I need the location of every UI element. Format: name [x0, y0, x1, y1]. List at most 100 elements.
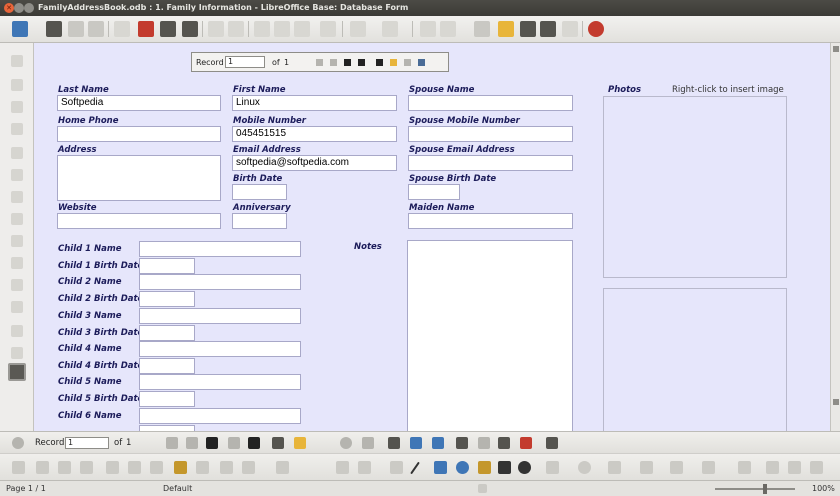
show-draw-functions-icon[interactable]	[474, 21, 490, 37]
sort-ascending-icon[interactable]	[410, 437, 422, 449]
design-mode-icon[interactable]	[11, 79, 23, 91]
cut-icon[interactable]	[254, 21, 270, 37]
mobile-number-field[interactable]: 045451515	[232, 126, 397, 142]
callout-shapes-icon[interactable]	[670, 461, 683, 474]
list-box-icon[interactable]	[11, 257, 23, 269]
bottom-refresh-icon[interactable]	[340, 437, 352, 449]
navigator-icon[interactable]	[498, 21, 514, 37]
block-arrows-icon[interactable]	[608, 461, 621, 474]
formatted-field-icon[interactable]	[11, 191, 23, 203]
email-address-field[interactable]: softpedia@softpedia.com	[232, 155, 397, 171]
bottom-previous-record-icon[interactable]	[186, 437, 198, 449]
paste-icon[interactable]	[294, 21, 310, 37]
text-box-icon[interactable]	[11, 169, 23, 181]
points-icon[interactable]	[738, 461, 751, 474]
website-field[interactable]	[57, 213, 221, 229]
photo-frame-1[interactable]	[603, 96, 787, 278]
photo-frame-2[interactable]	[603, 288, 787, 431]
save-icon[interactable]	[46, 21, 62, 37]
reset-filter-icon[interactable]	[520, 437, 532, 449]
send-to-back-icon[interactable]	[358, 461, 371, 474]
email-icon[interactable]	[88, 21, 104, 37]
export-icon[interactable]	[68, 21, 84, 37]
form-navigator-icon[interactable]	[11, 347, 23, 359]
push-button-icon[interactable]	[11, 213, 23, 225]
maiden-name-field[interactable]	[408, 213, 573, 229]
design-mode-toggle-icon[interactable]	[36, 461, 49, 474]
callouts-icon[interactable]	[518, 461, 531, 474]
basic-shapes-icon[interactable]	[546, 461, 559, 474]
first-name-field[interactable]: Linux	[232, 95, 397, 111]
undo-icon[interactable]	[350, 21, 366, 37]
edit-file-icon[interactable]	[114, 21, 130, 37]
vertical-scrollbar[interactable]	[830, 43, 840, 431]
copy-icon[interactable]	[274, 21, 290, 37]
text-icon[interactable]	[498, 461, 511, 474]
export-pdf-icon[interactable]	[138, 21, 154, 37]
open-design-mode-icon[interactable]	[196, 461, 209, 474]
line-icon[interactable]	[410, 461, 420, 475]
bottom-first-record-icon[interactable]	[166, 437, 178, 449]
child1-name-field[interactable]	[139, 241, 301, 257]
tab-order-icon[interactable]	[128, 461, 141, 474]
window-maximize-button[interactable]	[24, 3, 34, 13]
clone-formatting-icon[interactable]	[320, 21, 336, 37]
next-record-icon[interactable]	[344, 59, 351, 66]
find-record-icon[interactable]	[12, 437, 24, 449]
last-record-icon[interactable]	[358, 59, 365, 66]
label-field-icon[interactable]	[11, 301, 23, 313]
wizard-toggle-icon[interactable]	[58, 461, 71, 474]
last-name-field[interactable]: Softpedia	[57, 95, 221, 111]
hyperlink-icon[interactable]	[420, 21, 436, 37]
notes-field[interactable]	[407, 240, 573, 431]
combo-box-icon[interactable]	[11, 279, 23, 291]
formatting-marks-icon[interactable]	[562, 21, 578, 37]
child1-birth-field[interactable]	[139, 258, 195, 274]
child4-name-field[interactable]	[139, 341, 301, 357]
form-navigator-toggle-icon[interactable]	[174, 461, 187, 474]
bottom-refresh-control-icon[interactable]	[362, 437, 374, 449]
child5-name-field[interactable]	[139, 374, 301, 390]
bottom-undo-icon[interactable]	[294, 437, 306, 449]
draw-select-icon[interactable]	[12, 461, 25, 474]
new-document-icon[interactable]	[12, 21, 28, 37]
extrusion-icon[interactable]	[810, 461, 823, 474]
spouse-email-field[interactable]	[408, 155, 573, 171]
child2-name-field[interactable]	[139, 274, 301, 290]
ellipse-icon[interactable]	[456, 461, 469, 474]
scroll-down-icon[interactable]	[833, 399, 839, 405]
draw-pointer-icon[interactable]	[390, 461, 403, 474]
previous-record-icon[interactable]	[330, 59, 337, 66]
window-close-button[interactable]: ✕	[4, 3, 14, 13]
standard-filter-icon[interactable]	[498, 437, 510, 449]
checkbox-icon[interactable]	[11, 147, 23, 159]
automatic-control-focus-icon[interactable]	[220, 461, 233, 474]
bottom-record-input[interactable]: 1	[65, 437, 109, 449]
anniversary-field[interactable]	[232, 213, 287, 229]
form-properties-icon[interactable]	[106, 461, 119, 474]
data-sources-icon[interactable]	[540, 21, 556, 37]
select-icon[interactable]	[11, 55, 23, 67]
help-icon[interactable]	[588, 21, 604, 37]
child6-name-field[interactable]	[139, 408, 301, 424]
table-icon[interactable]	[440, 21, 456, 37]
form-navigation-icon[interactable]	[8, 363, 26, 381]
child2-birth-field[interactable]	[139, 291, 195, 307]
child4-birth-field[interactable]	[139, 358, 195, 374]
align-icon[interactable]	[276, 461, 289, 474]
save-record-icon[interactable]	[376, 59, 383, 66]
sort-icon[interactable]	[388, 437, 400, 449]
scroll-up-icon[interactable]	[833, 46, 839, 52]
rectangle-icon[interactable]	[434, 461, 447, 474]
new-record-icon[interactable]	[404, 59, 411, 66]
spouse-name-field[interactable]	[408, 95, 573, 111]
spouse-mobile-field[interactable]	[408, 126, 573, 142]
zoom-slider-thumb[interactable]	[763, 484, 767, 494]
bottom-next-record-icon[interactable]	[206, 437, 218, 449]
redo-icon[interactable]	[382, 21, 398, 37]
more-controls-icon[interactable]	[11, 325, 23, 337]
form-design-icon[interactable]	[11, 123, 23, 135]
page-style[interactable]: Default	[163, 484, 192, 493]
sort-descending-icon[interactable]	[432, 437, 444, 449]
first-record-icon[interactable]	[316, 59, 323, 66]
